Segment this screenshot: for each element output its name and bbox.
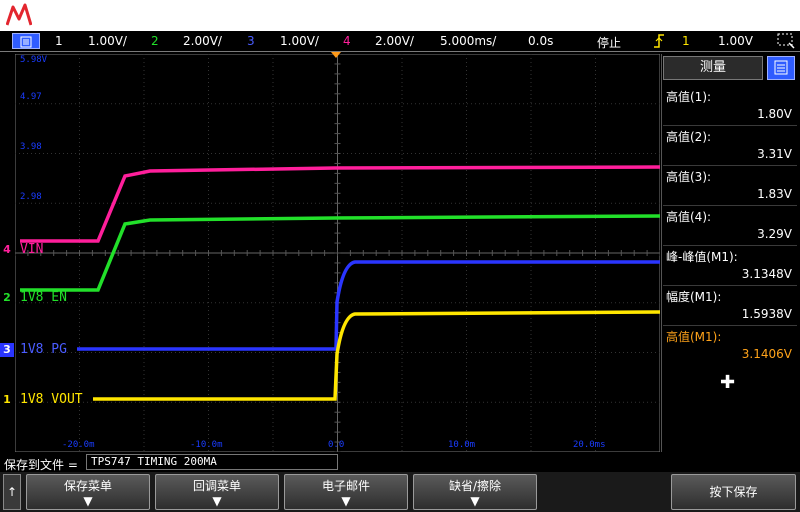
softkey-label: 保存菜单 bbox=[63, 479, 112, 493]
trigger-position-marker[interactable] bbox=[331, 52, 341, 59]
chevron-down-icon: ▼ bbox=[212, 494, 222, 508]
measure-row-value: 1.80V bbox=[757, 107, 792, 121]
divider bbox=[663, 125, 797, 126]
measure-row-label: 高值(M1): bbox=[666, 330, 722, 344]
waveform-display[interactable] bbox=[15, 54, 660, 452]
softkey-email[interactable]: 电子邮件 ▼ bbox=[284, 474, 408, 510]
softkey-label: 电子邮件 bbox=[321, 479, 370, 493]
divider bbox=[663, 325, 797, 326]
divider bbox=[663, 245, 797, 246]
ch3-label: 1V8 PG bbox=[20, 342, 67, 357]
ch2-label: 1V8 EN bbox=[20, 290, 67, 305]
trigger-edge-icon[interactable] bbox=[652, 33, 666, 49]
trigger-source[interactable]: 1 bbox=[682, 34, 690, 48]
grid-x-label: 0.0 bbox=[328, 440, 345, 450]
divider bbox=[663, 205, 797, 206]
keysight-logo-icon bbox=[6, 3, 32, 26]
ch4-number[interactable]: 4 bbox=[343, 34, 351, 48]
chevron-down-icon: ▼ bbox=[470, 494, 480, 508]
ch2-number[interactable]: 2 bbox=[151, 34, 159, 48]
back-up-button[interactable]: ↑ bbox=[3, 474, 21, 510]
measure-row-label: 高值(2): bbox=[666, 130, 712, 144]
ch1-label: 1V8 VOUT bbox=[20, 392, 83, 407]
grid-y-label: 5.98V bbox=[20, 55, 48, 65]
divider bbox=[663, 165, 797, 166]
measure-list-icon[interactable] bbox=[767, 56, 795, 80]
grid-y-label: 3.98 bbox=[20, 142, 42, 152]
grid-x-label: -20.0m bbox=[62, 440, 95, 450]
ch1-ground-marker[interactable]: 1 bbox=[0, 393, 14, 407]
grid-y-label: 2.98 bbox=[20, 192, 42, 202]
menu-icon[interactable] bbox=[12, 33, 40, 49]
chevron-down-icon: ▼ bbox=[341, 494, 351, 508]
instrument-info: DSO-X 3054T, MY61021718, 07.35.202012082… bbox=[262, 8, 787, 23]
ch3-scale[interactable]: 1.00V/ bbox=[280, 34, 319, 48]
ch4-label: VIN bbox=[20, 242, 44, 257]
ch3-number[interactable]: 3 bbox=[247, 34, 255, 48]
ch3-ground-marker[interactable]: 3 bbox=[0, 343, 14, 357]
softkey-default-erase[interactable]: 缺省/擦除 ▼ bbox=[413, 474, 537, 510]
softkey-label: 缺省/擦除 bbox=[448, 479, 502, 493]
measure-row-label: 高值(1): bbox=[666, 90, 712, 104]
measure-row-label: 高值(3): bbox=[666, 170, 712, 184]
grid-x-label: 10.0m bbox=[448, 440, 476, 450]
run-state[interactable]: 停止 bbox=[597, 34, 621, 51]
delay[interactable]: 0.0s bbox=[528, 34, 553, 48]
measure-panel-title[interactable]: 测量 bbox=[663, 56, 763, 80]
timebase[interactable]: 5.000ms/ bbox=[440, 34, 496, 48]
measure-row-value: 3.1406V bbox=[741, 347, 792, 361]
ch2-scale[interactable]: 2.00V/ bbox=[183, 34, 222, 48]
chevron-down-icon: ▼ bbox=[83, 494, 93, 508]
trigger-level[interactable]: 1.00V bbox=[718, 34, 753, 48]
zoom-box-icon[interactable] bbox=[777, 33, 795, 49]
press-to-save-button[interactable]: 按下保存 bbox=[671, 474, 796, 510]
ch4-scale[interactable]: 2.00V/ bbox=[375, 34, 414, 48]
save-to-file-label: 保存到文件 = bbox=[4, 458, 78, 472]
measure-row-value: 1.5938V bbox=[741, 307, 792, 321]
plus-icon[interactable]: ✚ bbox=[720, 372, 735, 393]
measure-row-label: 峰-峰值(M1): bbox=[666, 250, 738, 264]
brand-subtitle: TECHNOLOGIES bbox=[41, 17, 127, 27]
grid-y-label: 4.97 bbox=[20, 92, 42, 102]
measure-row-value: 1.83V bbox=[757, 187, 792, 201]
softkey-save-menu[interactable]: 保存菜单 ▼ bbox=[26, 474, 150, 510]
softkey-label: 回调菜单 bbox=[192, 479, 241, 493]
ch1-number[interactable]: 1 bbox=[55, 34, 63, 48]
ch4-ground-marker[interactable]: 4 bbox=[0, 243, 14, 257]
divider bbox=[663, 285, 797, 286]
measure-row-value: 3.29V bbox=[757, 227, 792, 241]
ch2-ground-marker[interactable]: 2 bbox=[0, 291, 14, 305]
grid-x-label: -10.0m bbox=[190, 440, 223, 450]
grid-x-label: 20.0ms bbox=[573, 440, 606, 450]
measure-row-label: 幅度(M1): bbox=[666, 290, 722, 304]
measure-row-value: 3.31V bbox=[757, 147, 792, 161]
measure-row-value: 3.1348V bbox=[741, 267, 792, 281]
measure-row-label: 高值(4): bbox=[666, 210, 712, 224]
ch1-scale[interactable]: 1.00V/ bbox=[88, 34, 127, 48]
softkey-recall-menu[interactable]: 回调菜单 ▼ bbox=[155, 474, 279, 510]
divider bbox=[0, 51, 800, 52]
filename-field[interactable]: TPS747 TIMING 200MA bbox=[86, 454, 338, 470]
